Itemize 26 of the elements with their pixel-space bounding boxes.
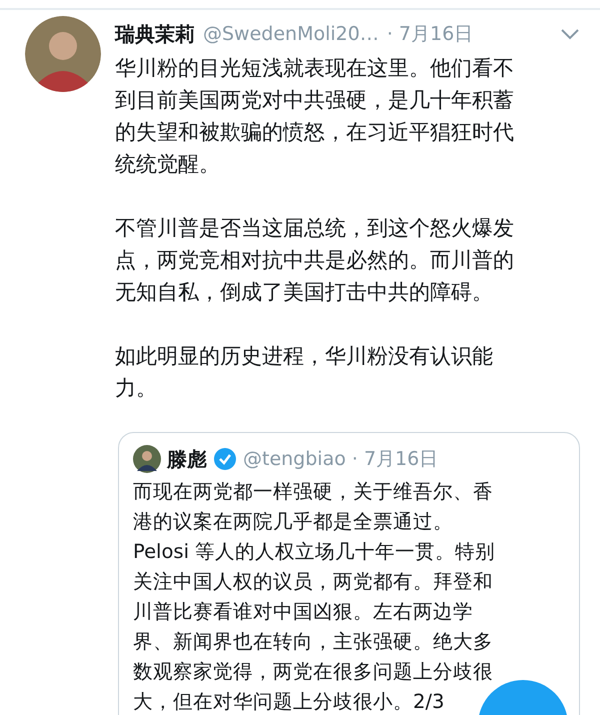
quoted-tweet-date: · 7月16日: [352, 447, 438, 472]
quoted-author-handle: @tengbiao: [243, 448, 346, 470]
author-name[interactable]: 瑞典茉莉: [115, 20, 195, 48]
author-handle: @SwedenMoli20…: [203, 23, 379, 45]
caret-icon[interactable]: [560, 28, 580, 40]
tweet-text-line: 无知自私，倒成了美国打击中共的障碍。: [115, 279, 494, 306]
quoted-text-line: 关注中国人权的议员，两党都有。拜登和: [133, 569, 493, 595]
avatar[interactable]: [25, 16, 101, 92]
tweet-date: · 7月16日: [386, 22, 474, 47]
quoted-text-line: 大，但在对华问题上分歧很小。2/3: [133, 689, 444, 715]
tweet-text-line: 点，两党竞相对抗中共是必然的。而川普的: [115, 247, 515, 274]
tweet-text-line: 统统觉醒。: [115, 151, 221, 178]
tweet-text-line: 如此明显的历史进程，华川粉没有认识能: [115, 343, 494, 370]
quoted-text-line: 而现在两党都一样强硬，关于维吾尔、香: [133, 479, 493, 505]
quoted-text-line: 界、新闻界也在转向，主张强硬。绝大多: [133, 629, 493, 655]
avatar: [133, 445, 161, 473]
quoted-text-line: 港的议案在两院几乎都是全票通过。: [133, 509, 453, 535]
tweet-text-line: 力。: [115, 375, 158, 402]
tweet-text-line: 的失望和被欺骗的愤怒，在习近平猖狂时代: [115, 119, 515, 146]
tweet-text-line: 到目前美国两党对中共强硬，是几十年积蓄: [115, 87, 515, 114]
tweet-text-line: 不管川普是否当这届总统，到这个怒火爆发: [115, 215, 515, 242]
quoted-text-line: Pelosi 等人的人权立场几十年一贯。特别: [133, 539, 496, 565]
quoted-text-line: 川普比赛看谁对中国凶狠。左右两边学: [133, 599, 473, 625]
quoted-author-name: 滕彪: [167, 446, 207, 472]
quoted-text-line: 数观察家觉得，两党在很多问题上分歧很: [133, 659, 493, 685]
tweet-text-line: 华川粉的目光短浅就表现在这里。他们看不: [115, 55, 515, 82]
